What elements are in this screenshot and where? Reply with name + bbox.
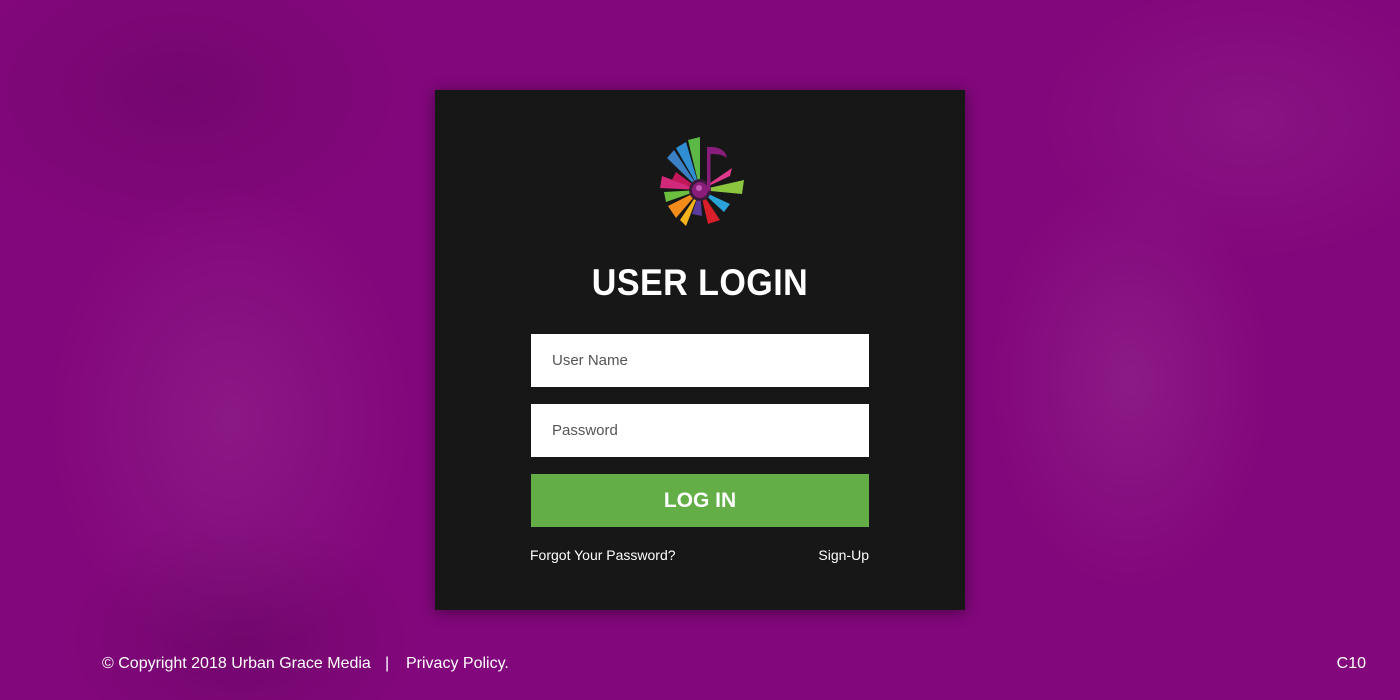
login-button[interactable]: LOG IN xyxy=(531,474,869,527)
forgot-password-link[interactable]: Forgot Your Password? xyxy=(530,547,676,563)
footer-separator: | xyxy=(385,655,390,672)
privacy-policy-link[interactable]: Privacy Policy. xyxy=(406,655,509,673)
page-code: C10 xyxy=(1336,655,1366,672)
music-note-burst-logo-icon xyxy=(660,137,744,226)
page-title: USER LOGIN xyxy=(591,262,809,303)
username-input[interactable] xyxy=(531,334,869,387)
password-input[interactable] xyxy=(531,404,869,457)
sign-up-link[interactable]: Sign-Up xyxy=(818,547,869,563)
copyright-text: © Copyright 2018 Urban Grace Media xyxy=(102,655,371,672)
